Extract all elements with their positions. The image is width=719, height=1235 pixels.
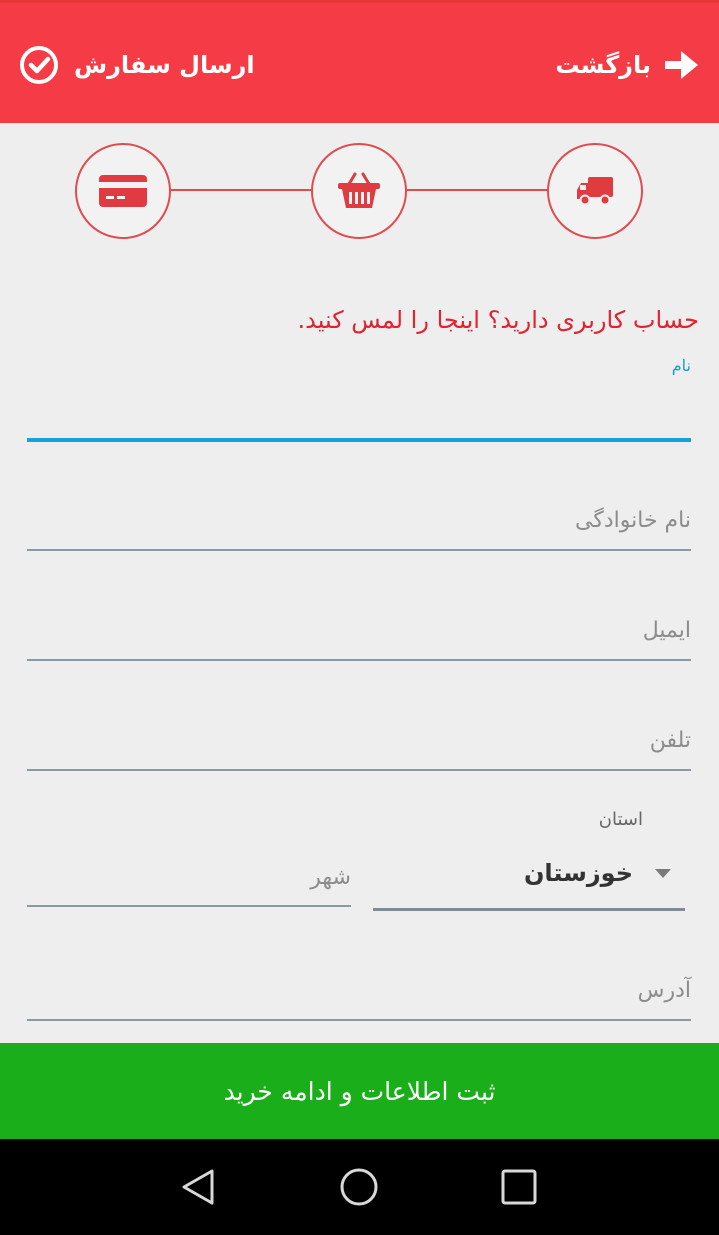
system-navigation-bar <box>0 1139 719 1235</box>
step-payment[interactable] <box>75 143 171 239</box>
address-underline <box>27 1019 691 1021</box>
nav-home-button[interactable] <box>339 1167 379 1207</box>
step-connector <box>171 189 311 191</box>
last-name-placeholder: نام خانوادگی <box>575 508 691 533</box>
province-value: خوزستان <box>523 859 633 887</box>
last-name-field[interactable]: نام خانوادگی <box>27 500 691 552</box>
phone-underline <box>27 769 691 771</box>
recents-icon <box>501 1169 537 1205</box>
submit-order-button[interactable]: ارسال سفارش <box>18 43 255 87</box>
last-name-underline <box>27 549 691 551</box>
arrow-right-icon <box>665 51 698 79</box>
first-name-field[interactable]: نام <box>27 350 691 446</box>
card-icon <box>99 175 147 207</box>
city-field[interactable]: شهر <box>27 857 351 909</box>
nav-recents-button[interactable] <box>499 1167 539 1207</box>
province-underline <box>373 908 685 911</box>
checkout-steps <box>0 123 719 263</box>
email-placeholder: ایمیل <box>642 618 691 643</box>
city-underline <box>27 905 351 907</box>
email-underline <box>27 659 691 661</box>
phone-placeholder: تلفن <box>649 728 691 753</box>
first-name-underline <box>27 438 691 442</box>
continue-purchase-button[interactable]: ثبت اطلاعات و ادامه خرید <box>0 1043 719 1139</box>
truck-icon <box>577 177 613 206</box>
home-icon <box>340 1168 378 1206</box>
step-shipping[interactable] <box>547 143 643 239</box>
email-field[interactable]: ایمیل <box>27 610 691 662</box>
address-field[interactable]: آدرس <box>27 970 691 1022</box>
province-select[interactable]: استان خوزستان <box>373 805 685 913</box>
nav-back-button[interactable] <box>178 1167 218 1207</box>
city-placeholder: شهر <box>310 865 351 890</box>
back-label: بازگشت <box>555 51 651 79</box>
address-placeholder: آدرس <box>637 978 691 1003</box>
app-header: بازگشت ارسال سفارش <box>0 3 719 123</box>
step-cart[interactable] <box>311 143 407 239</box>
chevron-down-icon <box>655 869 671 878</box>
check-circle-icon <box>20 46 58 84</box>
back-icon <box>182 1169 214 1205</box>
login-prompt-link[interactable]: حساب کاربری دارید؟ اینجا را لمس کنید. <box>298 306 700 334</box>
phone-field[interactable]: تلفن <box>27 720 691 772</box>
submit-order-label: ارسال سفارش <box>74 51 255 79</box>
first-name-label: نام <box>671 356 691 375</box>
basket-icon <box>338 172 380 208</box>
step-connector <box>407 189 547 191</box>
province-label: استان <box>598 809 643 830</box>
back-button[interactable]: بازگشت <box>555 43 701 87</box>
